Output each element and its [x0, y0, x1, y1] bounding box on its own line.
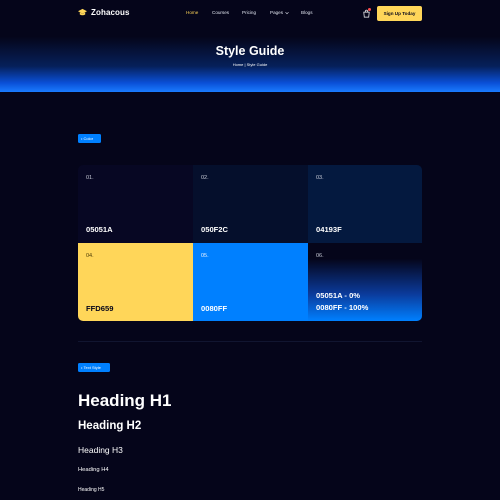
swatch-number: 04. — [86, 253, 94, 259]
swatch-value: 04193F — [316, 225, 342, 234]
color-swatch-06: 06. 05051A - 0% 0080FF - 100% — [308, 243, 422, 321]
swatch-value-line2: 0080FF - 100% — [316, 303, 369, 312]
color-swatch-grid: 01. 05051A 02. 050F2C 03. 04193F 04. FFD… — [78, 165, 422, 321]
color-swatch-02: 02. 050F2C — [193, 165, 308, 243]
swatch-number: 03. — [316, 175, 324, 181]
text-style-section-tag: • Text Style — [78, 363, 110, 372]
nav-item-home[interactable]: Home — [186, 10, 198, 15]
swatch-value-line1: 05051A - 0% — [316, 291, 361, 300]
color-section-tag: • Color — [78, 134, 101, 143]
nav-item-pages-label: Pages — [270, 10, 284, 15]
text-style-tag-label: Text Style — [83, 365, 101, 370]
heading-h3-sample: Heading H3 — [78, 445, 123, 455]
heading-h5-sample: Heading H5 — [78, 487, 105, 493]
heading-h2-sample: Heading H2 — [78, 420, 142, 432]
color-swatch-05: 05. 0080FF — [193, 243, 308, 321]
swatch-number: 06. — [316, 253, 324, 259]
breadcrumb: Home | Style Guide — [0, 62, 500, 67]
color-swatch-03: 03. 04193F — [308, 165, 422, 243]
swatch-value: 0080FF — [201, 304, 228, 313]
nav-item-blogs[interactable]: Blogs — [301, 10, 313, 15]
breadcrumb-current: Style Guide — [246, 62, 268, 67]
sign-up-button[interactable]: Sign Up Today — [377, 6, 422, 21]
color-swatch-01: 01. 05051A — [78, 165, 193, 243]
brand-name: Zohacous — [91, 8, 130, 17]
swatch-value: FFD659 — [86, 304, 114, 313]
swatch-number: 01. — [86, 175, 94, 181]
color-tag-label: Color — [83, 136, 94, 141]
swatch-number: 02. — [201, 175, 209, 181]
breadcrumb-home[interactable]: Home — [233, 62, 244, 67]
navbar: Zohacous Home Courses Pricing Pages Blog… — [0, 0, 500, 28]
graduation-cap-icon — [78, 8, 87, 16]
page-title: Style Guide — [215, 44, 285, 58]
page-header: Zohacous Home Courses Pricing Pages Blog… — [0, 0, 500, 92]
swatch-value: 05051A — [86, 225, 113, 234]
swatch-number: 05. — [201, 253, 209, 259]
cart-badge — [368, 8, 371, 11]
nav-item-pricing[interactable]: Pricing — [242, 10, 256, 15]
swatch-value: 050F2C — [201, 225, 229, 234]
heading-h1-sample: Heading H1 — [78, 391, 172, 410]
nav-item-courses[interactable]: Courses — [212, 10, 229, 15]
logo[interactable]: Zohacous — [78, 8, 130, 17]
chevron-down-icon — [285, 11, 290, 15]
heading-h4-sample: Heading H4 — [78, 467, 109, 473]
nav-item-pages[interactable]: Pages — [270, 10, 290, 15]
section-divider — [78, 341, 422, 342]
color-swatch-04: 04. FFD659 — [78, 243, 193, 321]
